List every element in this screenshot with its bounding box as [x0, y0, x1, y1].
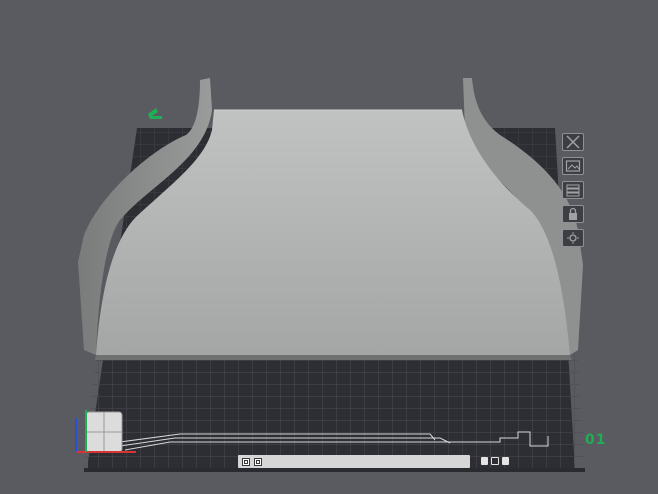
plate-glyphs	[481, 457, 509, 465]
close-icon	[566, 135, 580, 149]
model-object[interactable]	[78, 78, 583, 360]
lock-icon	[569, 207, 577, 220]
3d-viewport[interactable]	[0, 0, 658, 494]
plate-marker-icon	[481, 457, 488, 465]
plate-grid-icon	[254, 457, 262, 466]
arrange-button[interactable]	[562, 181, 584, 199]
y-axis-marker	[148, 108, 162, 119]
settings-icon	[567, 232, 579, 244]
plate-number: 01	[585, 432, 607, 448]
plate-label-strip	[238, 455, 470, 468]
plate-type-icon	[242, 457, 250, 466]
close-plate-button[interactable]	[562, 133, 584, 151]
plate-settings-button[interactable]	[562, 229, 584, 247]
image-icon	[565, 160, 581, 172]
plate-frame-icon	[491, 457, 499, 465]
thumbnail-button[interactable]	[562, 157, 584, 175]
layers-icon	[566, 184, 580, 197]
lock-plate-button[interactable]	[562, 205, 584, 223]
plate-marker-icon	[502, 457, 509, 465]
plate-toolbar	[562, 133, 584, 247]
